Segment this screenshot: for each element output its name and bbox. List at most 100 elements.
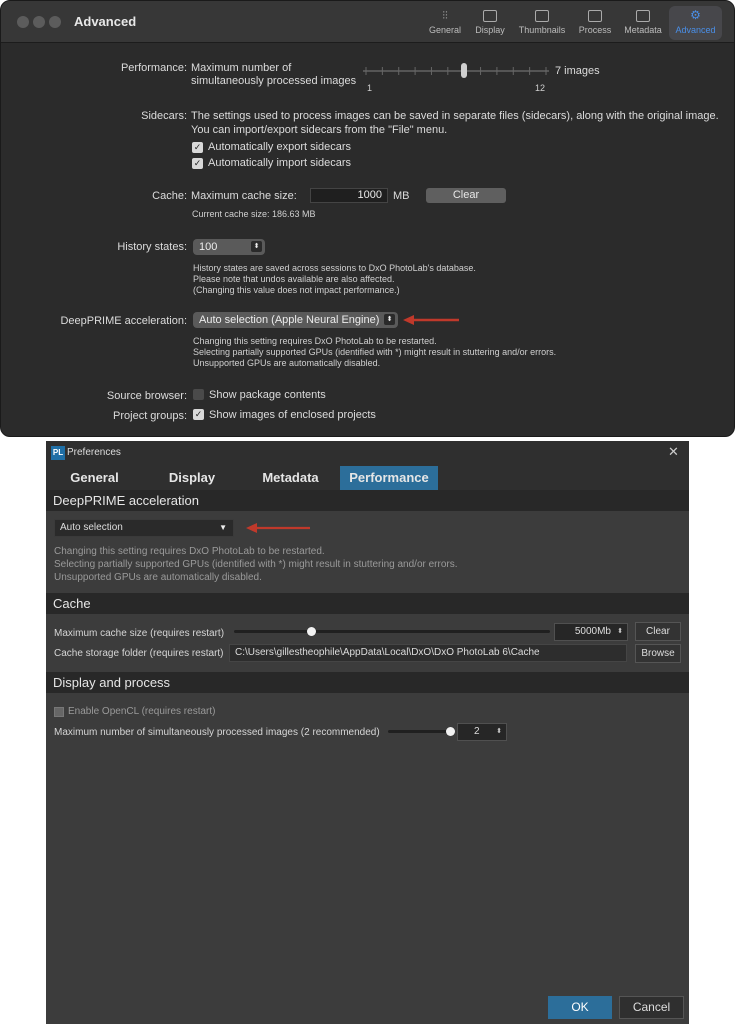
history-states-value: 100 <box>199 241 218 253</box>
toolbar-display-label: Display <box>475 25 505 35</box>
performance-desc-1: Maximum number of <box>191 62 292 74</box>
deepprime-note-2: Selecting partially supported GPUs (iden… <box>193 347 557 357</box>
deepprime-dropdown-value: Auto selection <box>60 522 123 533</box>
red-arrow-icon <box>246 523 310 533</box>
red-arrow-icon <box>403 315 459 325</box>
toolbar-metadata-label: Metadata <box>624 25 662 35</box>
spin-arrows-icon: ⬍ <box>496 728 502 735</box>
current-cache-size: Current cache size: 186.63 MB <box>192 209 316 219</box>
deepprime-select[interactable]: Auto selection (Apple Neural Engine) ⬍ <box>193 312 398 328</box>
cache-size-value: 5000Mb <box>574 626 611 637</box>
import-sidecars-checkbox[interactable]: ✓ <box>192 158 203 169</box>
opencl-label: Enable OpenCL (requires restart) <box>68 706 216 717</box>
show-package-contents-checkbox[interactable] <box>193 389 204 400</box>
max-images-slider[interactable] <box>388 724 455 740</box>
toolbar-general[interactable]: ⫶⫶ General <box>425 6 465 40</box>
max-images-slider-thumb[interactable] <box>446 727 455 736</box>
show-package-contents-label: Show package contents <box>209 389 326 401</box>
cache-folder-path-field[interactable]: C:\Users\gillestheophile\AppData\Local\D… <box>229 644 627 662</box>
show-enclosed-projects-checkbox[interactable]: ✓ <box>193 409 204 420</box>
toolbar-advanced[interactable]: ⚙ Advanced <box>669 6 722 40</box>
zoom-window-button[interactable] <box>49 16 61 28</box>
window-title: Advanced <box>74 14 137 29</box>
cache-size-field[interactable]: 1000 <box>310 188 388 203</box>
deepprime-label: DeepPRIME acceleration: <box>60 315 187 327</box>
close-icon[interactable]: ✕ <box>668 444 679 460</box>
performance-desc-2: simultaneously processed images <box>191 75 357 87</box>
sidecars-desc-2: You can import/export sidecars from the … <box>191 124 448 136</box>
opencl-checkbox[interactable] <box>54 707 64 717</box>
performance-label: Performance: <box>120 62 187 74</box>
toolbar-general-label: General <box>428 25 462 35</box>
cache-size-spinbox[interactable]: 5000Mb ⬍ <box>554 623 628 641</box>
caret-down-icon: ▼ <box>219 523 227 532</box>
deepprime-dropdown[interactable]: Auto selection ▼ <box>54 519 234 537</box>
dialog-titlebar: PL Preferences ✕ <box>46 441 689 466</box>
metadata-icon <box>636 10 650 22</box>
browse-button[interactable]: Browse <box>635 644 681 663</box>
win-clear-cache-button[interactable]: Clear <box>635 622 681 641</box>
toolbar-metadata[interactable]: Metadata <box>621 6 665 40</box>
mac-titlebar: Advanced ⫶⫶ General Display Thumbnails P… <box>1 1 734 43</box>
clear-cache-button[interactable]: Clear <box>426 188 506 203</box>
monitor-icon <box>483 10 497 22</box>
tab-metadata[interactable]: Metadata <box>241 466 340 490</box>
cancel-button[interactable]: Cancel <box>619 996 684 1019</box>
cache-section-header: Cache <box>46 593 689 614</box>
source-browser-label: Source browser: <box>106 390 187 402</box>
deepprime-section-header: DeepPRIME acceleration <box>46 490 689 511</box>
dialog-title: Preferences <box>67 447 121 458</box>
win-cache-size-label: Maximum cache size (requires restart) <box>54 628 225 639</box>
cache-size-label: Maximum cache size: <box>191 190 297 202</box>
stepper-arrows-icon: ⬍ <box>251 241 262 252</box>
tab-display[interactable]: Display <box>143 466 241 490</box>
history-label: History states: <box>117 241 187 253</box>
deepprime-note-1: Changing this setting requires DxO Photo… <box>193 336 437 346</box>
sidecars-desc-1: The settings used to process images can … <box>191 110 719 122</box>
tab-general[interactable]: General <box>46 466 143 490</box>
export-sidecars-label: Automatically export sidecars <box>208 141 352 153</box>
export-sidecars-checkbox[interactable]: ✓ <box>192 142 203 153</box>
cache-folder-label: Cache storage folder (requires restart) <box>54 648 224 659</box>
win-deepprime-note-2: Selecting partially supported GPUs (iden… <box>54 559 458 570</box>
win-deepprime-note-3: Unsupported GPUs are automatically disab… <box>54 572 262 583</box>
cache-size-slider[interactable] <box>234 624 550 640</box>
ok-button[interactable]: OK <box>548 996 612 1019</box>
mac-preferences-window: Advanced ⫶⫶ General Display Thumbnails P… <box>0 0 735 437</box>
minimize-window-button[interactable] <box>33 16 45 28</box>
tab-performance[interactable]: Performance <box>340 466 438 490</box>
slider-min-label: 1 <box>367 83 373 93</box>
cache-slider-thumb[interactable] <box>307 627 316 636</box>
dialog-tabs: General Display Metadata Performance <box>46 466 689 490</box>
display-section-header: Display and process <box>46 672 689 693</box>
toolbar-process[interactable]: Process <box>575 6 615 40</box>
project-groups-label: Project groups: <box>113 410 187 422</box>
thumbnails-icon <box>535 10 549 22</box>
app-logo: PL <box>51 446 65 460</box>
history-note-2: Please note that undos available are als… <box>193 274 395 284</box>
max-images-label: Maximum number of simultaneously process… <box>54 727 380 738</box>
history-note-3: (Changing this value does not impact per… <box>193 285 400 295</box>
history-note-1: History states are saved across sessions… <box>193 263 476 273</box>
toolbar-advanced-label: Advanced <box>675 25 716 35</box>
toolbar-process-label: Process <box>578 25 612 35</box>
sidecars-label: Sidecars: <box>141 110 187 122</box>
windows-preferences-dialog: PL Preferences ✕ General Display Metadat… <box>46 441 689 1024</box>
toolbar-thumbnails-label: Thumbnails <box>518 25 566 35</box>
process-icon <box>588 10 602 22</box>
max-images-spinbox[interactable]: 2 ⬍ <box>457 723 507 741</box>
performance-slider[interactable] <box>363 61 549 81</box>
spin-arrows-icon: ⬍ <box>617 628 623 635</box>
toolbar-thumbnails[interactable]: Thumbnails <box>515 6 569 40</box>
history-states-stepper[interactable]: 100 ⬍ <box>193 239 265 255</box>
sliders-icon: ⫶⫶ <box>442 10 448 22</box>
import-sidecars-label: Automatically import sidecars <box>208 157 352 169</box>
performance-slider-thumb[interactable] <box>461 63 468 78</box>
toolbar-display[interactable]: Display <box>471 6 509 40</box>
close-window-button[interactable] <box>17 16 29 28</box>
stepper-arrows-icon: ⬍ <box>384 314 395 325</box>
max-images-value: 2 <box>474 726 480 737</box>
slider-max-label: 12 <box>535 83 546 93</box>
performance-value: 7 images <box>555 65 600 77</box>
cache-unit: MB <box>393 190 410 202</box>
